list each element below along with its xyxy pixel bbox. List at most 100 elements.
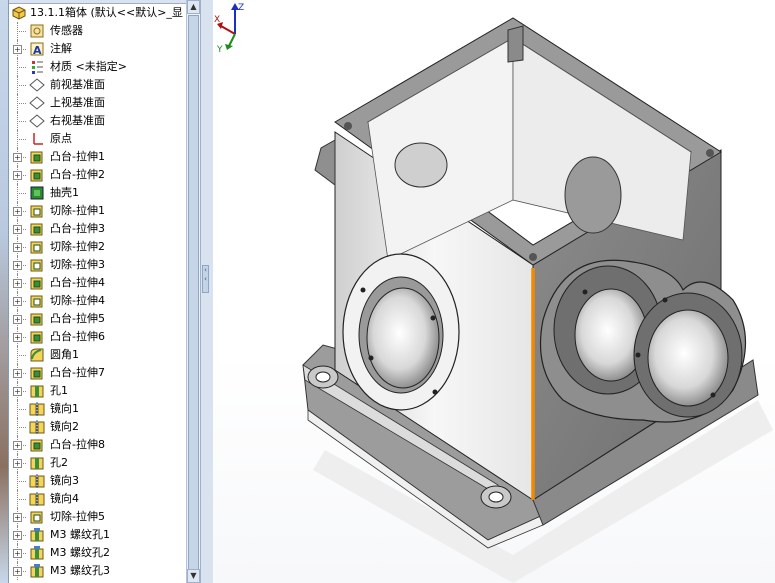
bearing-b-bore [647, 309, 729, 407]
tree-connector-line [17, 85, 26, 86]
expand-icon[interactable]: + [13, 333, 22, 342]
part-icon [12, 6, 26, 20]
tree-item[interactable]: + M3 螺纹孔2 [9, 544, 187, 562]
tree-item-label: 镜向1 [50, 402, 79, 415]
tree-item[interactable]: 传感器 [9, 22, 187, 40]
tree-item[interactable]: 镜向1 [9, 400, 187, 418]
tree-connector-line [17, 481, 26, 482]
expand-icon[interactable]: + [13, 225, 22, 234]
plane-icon [29, 78, 45, 92]
expand-icon[interactable]: + [13, 297, 22, 306]
tree-item[interactable]: + 凸台-拉伸7 [9, 364, 187, 382]
tree-item[interactable]: 材质 <未指定> [9, 58, 187, 76]
cut-extrude-icon [30, 511, 43, 524]
tree-item[interactable]: 镜向3 [9, 472, 187, 490]
tree-connector-line [17, 67, 26, 68]
cut-extrude-icon [30, 241, 43, 254]
tree-item-label: 凸台-拉伸3 [50, 222, 105, 235]
tree-item[interactable]: + 切除-拉伸4 [9, 292, 187, 310]
tree-item-label: 注解 [50, 42, 72, 55]
tree-item-label: 圆角1 [50, 348, 79, 361]
tree-item[interactable]: + 切除-拉伸2 [9, 238, 187, 256]
tree-item-label: 镜向3 [50, 474, 79, 487]
tree-item[interactable]: + 凸台-拉伸5 [9, 310, 187, 328]
boss-extrude-icon [30, 331, 43, 344]
tree-connector-line [17, 355, 26, 356]
tree-item[interactable]: + 孔2 [9, 454, 187, 472]
expand-icon[interactable]: + [13, 171, 22, 180]
expand-icon[interactable]: + [13, 459, 22, 468]
expand-icon[interactable]: + [13, 513, 22, 522]
expand-icon[interactable]: + [13, 567, 22, 576]
tree-item[interactable]: + 凸台-拉伸8 [9, 436, 187, 454]
scroll-thumb[interactable] [188, 15, 199, 570]
expand-icon[interactable]: + [13, 207, 22, 216]
tree-item[interactable]: 圆角1 [9, 346, 187, 364]
rim-screw-hole [706, 149, 714, 157]
tree-item[interactable]: 原点 [9, 130, 187, 148]
collapse-grip-icon[interactable]: ‹ ‹ [202, 265, 209, 293]
triad-x-label: X [214, 15, 220, 25]
expand-icon[interactable]: + [13, 243, 22, 252]
tree-item[interactable]: + 切除-拉伸1 [9, 202, 187, 220]
cut-extrude-icon [30, 205, 43, 218]
base-bolt-hole-right-inner [488, 491, 504, 503]
feature-manager-tree[interactable]: 13.1.1箱体 (默认<<默认>_显 传感器 + A 注解 材质 <未指定> 前视基准面… [8, 0, 187, 583]
expand-icon[interactable]: + [13, 315, 22, 324]
expand-icon[interactable]: + [13, 153, 22, 162]
tree-item[interactable]: 抽壳1 [9, 184, 187, 202]
tree-item[interactable]: + 凸台-拉伸2 [9, 166, 187, 184]
expand-icon[interactable]: + [13, 441, 22, 450]
tree-item[interactable]: + 切除-拉伸3 [9, 256, 187, 274]
hole-wizard-icon [30, 564, 44, 578]
base-bolt-hole-left-inner [315, 371, 331, 383]
tree-item[interactable]: 右视基准面 [9, 112, 187, 130]
tree-item[interactable]: 镜向4 [9, 490, 187, 508]
tree-connector-line [17, 427, 26, 428]
tree-item-label: 孔2 [50, 456, 68, 469]
mirror-icon [29, 402, 45, 416]
expand-icon[interactable]: + [13, 387, 22, 396]
expand-icon[interactable]: + [13, 45, 22, 54]
tree-connector-line [17, 139, 26, 140]
triad-y-label: Y [216, 45, 223, 52]
tree-item-label: 传感器 [50, 24, 83, 37]
tree-connector-line [17, 409, 26, 410]
tree-item[interactable]: + M3 螺纹孔3 [9, 562, 187, 580]
tree-root-label: 13.1.1箱体 (默认<<默认>_显 [30, 6, 183, 19]
tree-item-label: 孔1 [50, 384, 68, 397]
tree-item[interactable]: 上视基准面 [9, 94, 187, 112]
tree-root[interactable]: 13.1.1箱体 (默认<<默认>_显 [9, 4, 187, 22]
left-side-boss [314, 139, 336, 186]
scroll-down-button[interactable]: ▼ [187, 569, 200, 583]
tree-item[interactable]: + 凸台-拉伸4 [9, 274, 187, 292]
tree-item[interactable]: + 凸台-拉伸3 [9, 220, 187, 238]
scroll-up-button[interactable]: ▲ [187, 0, 200, 14]
tree-item[interactable]: 镜向2 [9, 418, 187, 436]
graphics-viewport[interactable]: Z X Y [213, 0, 775, 583]
hole-wizard-icon [30, 528, 44, 542]
tree-item-label: 凸台-拉伸5 [50, 312, 105, 325]
tree-item[interactable]: + 凸台-拉伸6 [9, 328, 187, 346]
tree-item-label: M3 螺纹孔3 [50, 564, 110, 577]
expand-icon[interactable]: + [13, 279, 22, 288]
tree-item[interactable]: + 孔1 [9, 382, 187, 400]
part-model-3d[interactable] [213, 0, 775, 583]
hole-icon [30, 385, 44, 398]
tree-item[interactable]: + 切除-拉伸5 [9, 508, 187, 526]
tree-item[interactable]: + A 注解 [9, 40, 187, 58]
tree-item-label: 右视基准面 [50, 114, 105, 127]
hole-icon [30, 457, 44, 470]
material-icon [32, 61, 43, 74]
tree-item[interactable]: + M3 螺纹孔1 [9, 526, 187, 544]
mirror-icon [29, 474, 45, 488]
tree-scrollbar[interactable]: ▲ ▼ [186, 0, 201, 583]
expand-icon[interactable]: + [13, 531, 22, 540]
shell-icon [30, 186, 44, 200]
expand-icon[interactable]: + [13, 261, 22, 270]
expand-icon[interactable]: + [13, 369, 22, 378]
cut-extrude-icon [30, 295, 43, 308]
expand-icon[interactable]: + [13, 549, 22, 558]
tree-item[interactable]: + 凸台-拉伸1 [9, 148, 187, 166]
tree-item[interactable]: 前视基准面 [9, 76, 187, 94]
